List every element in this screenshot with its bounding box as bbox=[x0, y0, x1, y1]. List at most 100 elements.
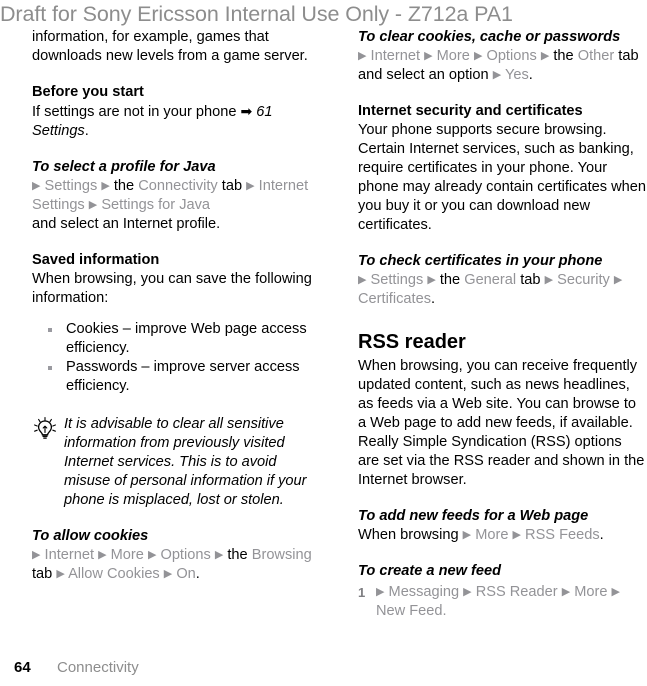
page-footer: 64 Connectivity bbox=[0, 656, 647, 680]
menu-path-connector-word: . bbox=[528, 67, 533, 83]
menu-path-item[interactable]: Yes bbox=[505, 67, 529, 83]
menu-path-item[interactable]: On bbox=[176, 566, 195, 582]
list-item: Passwords – improve server access effici… bbox=[46, 358, 320, 396]
path-separator-triangle-icon: ▶ bbox=[473, 50, 483, 62]
menu-path-connector-word: the bbox=[227, 547, 248, 563]
rss-reader-text: When browsing, you can receive frequentl… bbox=[358, 358, 645, 488]
menu-path-item[interactable]: Certificates bbox=[358, 291, 431, 307]
select-profile-java-trailing: and select an Internet profile. bbox=[32, 216, 221, 232]
tip-note-box: It is advisable to clear all sensitive i… bbox=[32, 415, 320, 510]
heading-before-you-start: Before you start bbox=[32, 84, 144, 100]
running-head-chapter: Connectivity bbox=[57, 659, 139, 676]
menu-path-connector-word: the bbox=[439, 272, 461, 288]
draft-watermark-header: Draft for Sony Ericsson Internal Use Onl… bbox=[0, 2, 513, 26]
page-body: information, for example, games that dow… bbox=[0, 28, 647, 648]
heading-select-profile-java: To select a profile for Java bbox=[32, 159, 216, 175]
menu-path-item[interactable]: RSS Reader bbox=[476, 584, 558, 600]
path-separator-triangle-icon: ▶ bbox=[376, 586, 385, 598]
menu-path-item[interactable]: More bbox=[111, 547, 144, 563]
page-number: 64 bbox=[14, 659, 31, 676]
path-separator-triangle-icon: ▶ bbox=[163, 568, 173, 580]
saved-information-intro: When browsing, you can save the followin… bbox=[32, 271, 312, 306]
select-profile-java-path: ▶ Settings ▶ the Connectivity tab ▶ Inte… bbox=[32, 177, 320, 215]
list-item: Cookies – improve Web page access effici… bbox=[46, 320, 320, 358]
path-separator-triangle-icon: ▶ bbox=[424, 50, 433, 62]
menu-path-connector-word: . bbox=[599, 527, 604, 543]
menu-path-connector-word: tab bbox=[221, 178, 243, 194]
heading-internet-security: Internet security and certificates bbox=[358, 103, 583, 119]
menu-path-connector-word: . bbox=[431, 291, 436, 307]
path-separator-triangle-icon: ▶ bbox=[98, 549, 107, 561]
saved-information-bullet-list: Cookies – improve Web page access effici… bbox=[32, 320, 320, 396]
allow-cookies-path: ▶ Internet ▶ More ▶ Options ▶ the Browsi… bbox=[32, 546, 320, 584]
menu-path-item[interactable]: Security bbox=[557, 272, 610, 288]
heading-add-new-feeds: To add new feeds for a Web page bbox=[358, 508, 589, 524]
before-you-start-period: . bbox=[84, 123, 89, 139]
path-separator-triangle-icon: ▶ bbox=[32, 180, 41, 192]
path-separator-triangle-icon: ▶ bbox=[246, 180, 255, 192]
right-column: To clear cookies, cache or passwords ▶ I… bbox=[358, 28, 646, 621]
menu-path-item[interactable]: Allow Cookies bbox=[68, 566, 160, 582]
path-separator-triangle-icon: ▶ bbox=[101, 180, 110, 192]
path-separator-triangle-icon: ▶ bbox=[147, 549, 157, 561]
menu-path-item[interactable]: Browsing bbox=[252, 547, 312, 563]
path-separator-triangle-icon: ▶ bbox=[88, 199, 98, 211]
heading-saved-information: Saved information bbox=[32, 252, 160, 268]
before-you-start-text: If settings are not in your phone ➡ 61 S… bbox=[32, 102, 320, 141]
menu-path-item[interactable]: General bbox=[464, 272, 516, 288]
path-separator-triangle-icon: ▶ bbox=[427, 274, 436, 286]
path-separator-triangle-icon: ▶ bbox=[358, 50, 367, 62]
heading-clear-cookies: To clear cookies, cache or passwords bbox=[358, 29, 621, 45]
clear-cookies-path: ▶ Internet ▶ More ▶ Options ▶ the Other … bbox=[358, 47, 646, 85]
path-separator-triangle-icon: ▶ bbox=[561, 586, 571, 598]
path-separator-triangle-icon: ▶ bbox=[462, 529, 472, 541]
menu-path-connector-word: the bbox=[113, 178, 135, 194]
internet-security-text: Your phone supports secure browsing. Cer… bbox=[358, 122, 646, 233]
path-separator-triangle-icon: ▶ bbox=[540, 50, 550, 62]
menu-path-item[interactable]: Internet bbox=[45, 547, 95, 563]
path-separator-triangle-icon: ▶ bbox=[613, 274, 623, 286]
heading-allow-cookies: To allow cookies bbox=[32, 528, 149, 544]
create-new-feed-step-list: ▶ Messaging ▶ RSS Reader ▶ More ▶ New Fe… bbox=[358, 583, 646, 621]
menu-path-item[interactable]: Settings for Java bbox=[101, 197, 210, 213]
menu-path-item[interactable]: Connectivity bbox=[138, 178, 218, 194]
menu-path-item[interactable]: Messaging bbox=[389, 584, 460, 600]
menu-path-item[interactable]: Internet bbox=[371, 48, 421, 64]
path-separator-triangle-icon: ▶ bbox=[214, 549, 224, 561]
path-separator-triangle-icon: ▶ bbox=[492, 69, 502, 81]
path-separator-triangle-icon: ▶ bbox=[56, 568, 65, 580]
menu-path-item[interactable]: Options bbox=[486, 48, 536, 64]
path-separator-triangle-icon: ▶ bbox=[544, 274, 554, 286]
heading-create-new-feed: To create a new feed bbox=[358, 563, 502, 579]
heading-rss-reader: RSS reader bbox=[358, 331, 466, 353]
menu-path-item[interactable]: More bbox=[437, 48, 470, 64]
menu-path-item[interactable]: Other bbox=[578, 48, 615, 64]
menu-path-item[interactable]: Settings bbox=[45, 178, 98, 194]
menu-path-item[interactable]: Options bbox=[160, 547, 210, 563]
menu-path-item[interactable]: More bbox=[574, 584, 607, 600]
path-separator-triangle-icon: ▶ bbox=[32, 549, 41, 561]
menu-path-item[interactable]: New Feed. bbox=[376, 603, 447, 619]
path-separator-triangle-icon: ▶ bbox=[358, 274, 367, 286]
check-certificates-path: ▶ Settings ▶ the General tab ▶ Security … bbox=[358, 271, 646, 309]
menu-path-item[interactable]: Settings bbox=[371, 272, 424, 288]
lightbulb-tip-icon bbox=[32, 416, 58, 442]
menu-path-connector-word: . bbox=[195, 566, 200, 582]
path-separator-triangle-icon: ▶ bbox=[611, 586, 621, 598]
add-new-feeds-path: When browsing ▶ More ▶ RSS Feeds. bbox=[358, 526, 646, 545]
cross-reference-arrow-icon: ➡ bbox=[240, 103, 253, 119]
menu-path-connector-word: the bbox=[553, 48, 574, 64]
tip-note-text: It is advisable to clear all sensitive i… bbox=[64, 416, 307, 508]
heading-check-certificates: To check certificates in your phone bbox=[358, 253, 603, 269]
menu-path-connector-word: tab bbox=[32, 566, 53, 582]
cross-reference-title[interactable]: Settings bbox=[32, 123, 85, 139]
cross-reference-page[interactable]: 61 bbox=[256, 104, 272, 120]
menu-path-item[interactable]: RSS Feeds bbox=[525, 527, 600, 543]
menu-path-connector-word: tab bbox=[520, 272, 541, 288]
numbered-step: ▶ Messaging ▶ RSS Reader ▶ More ▶ New Fe… bbox=[358, 583, 646, 621]
menu-path-connector-word: When browsing bbox=[358, 527, 459, 543]
path-separator-triangle-icon: ▶ bbox=[512, 529, 521, 541]
continued-paragraph: information, for example, games that dow… bbox=[32, 29, 308, 64]
menu-path-item[interactable]: More bbox=[475, 527, 508, 543]
left-column: information, for example, games that dow… bbox=[32, 28, 320, 584]
